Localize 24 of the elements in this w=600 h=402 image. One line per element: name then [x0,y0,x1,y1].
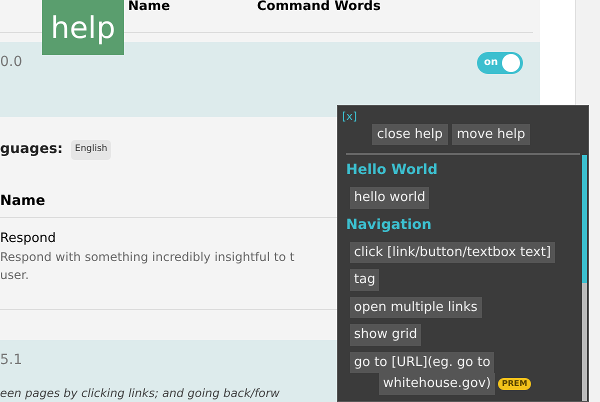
command-chip[interactable]: go to [URL](eg. go to [350,352,494,373]
command-chip[interactable]: click [link/button/textbox text] [350,242,555,263]
column-header: Name [127,0,172,16]
section-heading: Hello World [346,161,438,180]
command-chip[interactable]: hello world [350,187,430,208]
language-tag: English [70,140,112,160]
command-chip[interactable]: tag [350,269,380,290]
column-header: Command Words [256,0,381,16]
version-text: 5.1 [0,350,22,370]
section-heading: Navigation [346,216,432,234]
command-chip[interactable]: open multiple links [350,296,482,318]
command-chip[interactable]: show grid [350,324,422,346]
command-name: Respond [0,230,56,248]
help-button[interactable]: close help [372,124,448,145]
scrollbar[interactable] [582,155,587,401]
command-description: Respond with something incredibly insightful to t [0,249,294,266]
help-button[interactable]: move help [452,124,530,145]
version-text: 0.0 [0,52,22,72]
command-description: user. [0,267,29,284]
plugin-description: een pages by clicking links; and going back/forw [0,384,280,402]
command-chip[interactable]: whitehouse.gov) [379,373,495,394]
premium-badge: PREM [498,378,532,390]
close-link[interactable]: [x] [338,106,358,126]
languages-label: guages: [0,140,63,160]
